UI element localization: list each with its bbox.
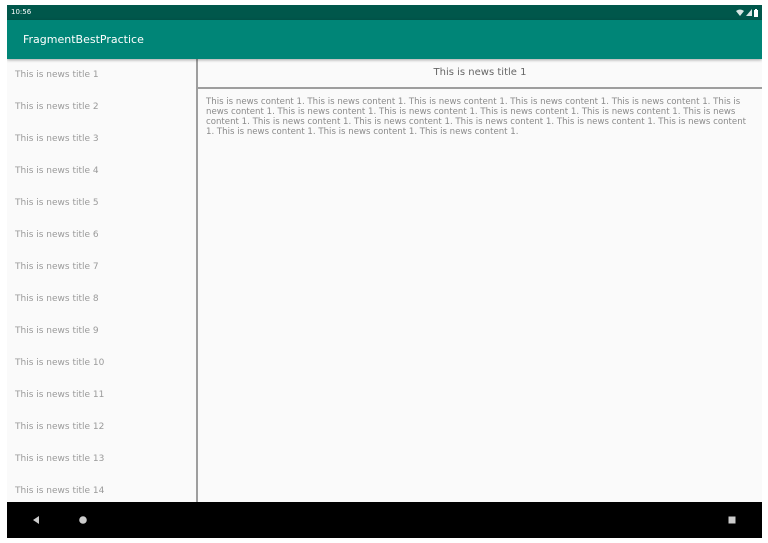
news-detail-title: This is news title 1 bbox=[433, 67, 527, 78]
home-icon bbox=[79, 516, 87, 524]
news-list-item[interactable]: This is news title 6 bbox=[7, 219, 196, 251]
news-detail-content: This is news content 1. This is news con… bbox=[206, 97, 747, 137]
app-bar: FragmentBestPractice bbox=[7, 20, 762, 59]
status-icons bbox=[736, 5, 758, 20]
news-list-item[interactable]: This is news title 8 bbox=[7, 283, 196, 315]
back-icon bbox=[33, 516, 39, 524]
news-list-item[interactable]: This is news title 10 bbox=[7, 347, 196, 379]
news-title-list[interactable]: This is news title 1 This is news title … bbox=[7, 59, 196, 502]
news-list-item[interactable]: This is news title 7 bbox=[7, 251, 196, 283]
news-list-item[interactable]: This is news title 14 bbox=[7, 475, 196, 502]
home-button[interactable] bbox=[76, 502, 90, 538]
signal-icon bbox=[746, 9, 752, 16]
news-list-item[interactable]: This is news title 13 bbox=[7, 443, 196, 475]
news-list-item[interactable]: This is news title 12 bbox=[7, 411, 196, 443]
news-detail-pane: This is news title 1 This is news conten… bbox=[198, 59, 762, 502]
main-content: This is news title 1 This is news title … bbox=[7, 59, 762, 502]
wifi-icon bbox=[736, 9, 744, 16]
device-screen: 10:56 FragmentBestPractice This is news … bbox=[7, 5, 762, 538]
status-bar: 10:56 bbox=[7, 5, 762, 20]
recents-icon bbox=[728, 516, 736, 524]
back-button[interactable] bbox=[29, 502, 43, 538]
battery-icon bbox=[754, 8, 758, 17]
recents-button[interactable] bbox=[725, 502, 739, 538]
status-time: 10:56 bbox=[11, 8, 32, 16]
news-list-item[interactable]: This is news title 3 bbox=[7, 123, 196, 155]
news-list-item[interactable]: This is news title 1 bbox=[7, 59, 196, 91]
news-list-item[interactable]: This is news title 4 bbox=[7, 155, 196, 187]
news-list-item[interactable]: This is news title 9 bbox=[7, 315, 196, 347]
news-list-item[interactable]: This is news title 11 bbox=[7, 379, 196, 411]
horizontal-divider bbox=[198, 87, 762, 89]
navigation-bar bbox=[7, 502, 762, 538]
news-list-item[interactable]: This is news title 5 bbox=[7, 187, 196, 219]
app-title: FragmentBestPractice bbox=[23, 33, 144, 46]
news-list-item[interactable]: This is news title 2 bbox=[7, 91, 196, 123]
